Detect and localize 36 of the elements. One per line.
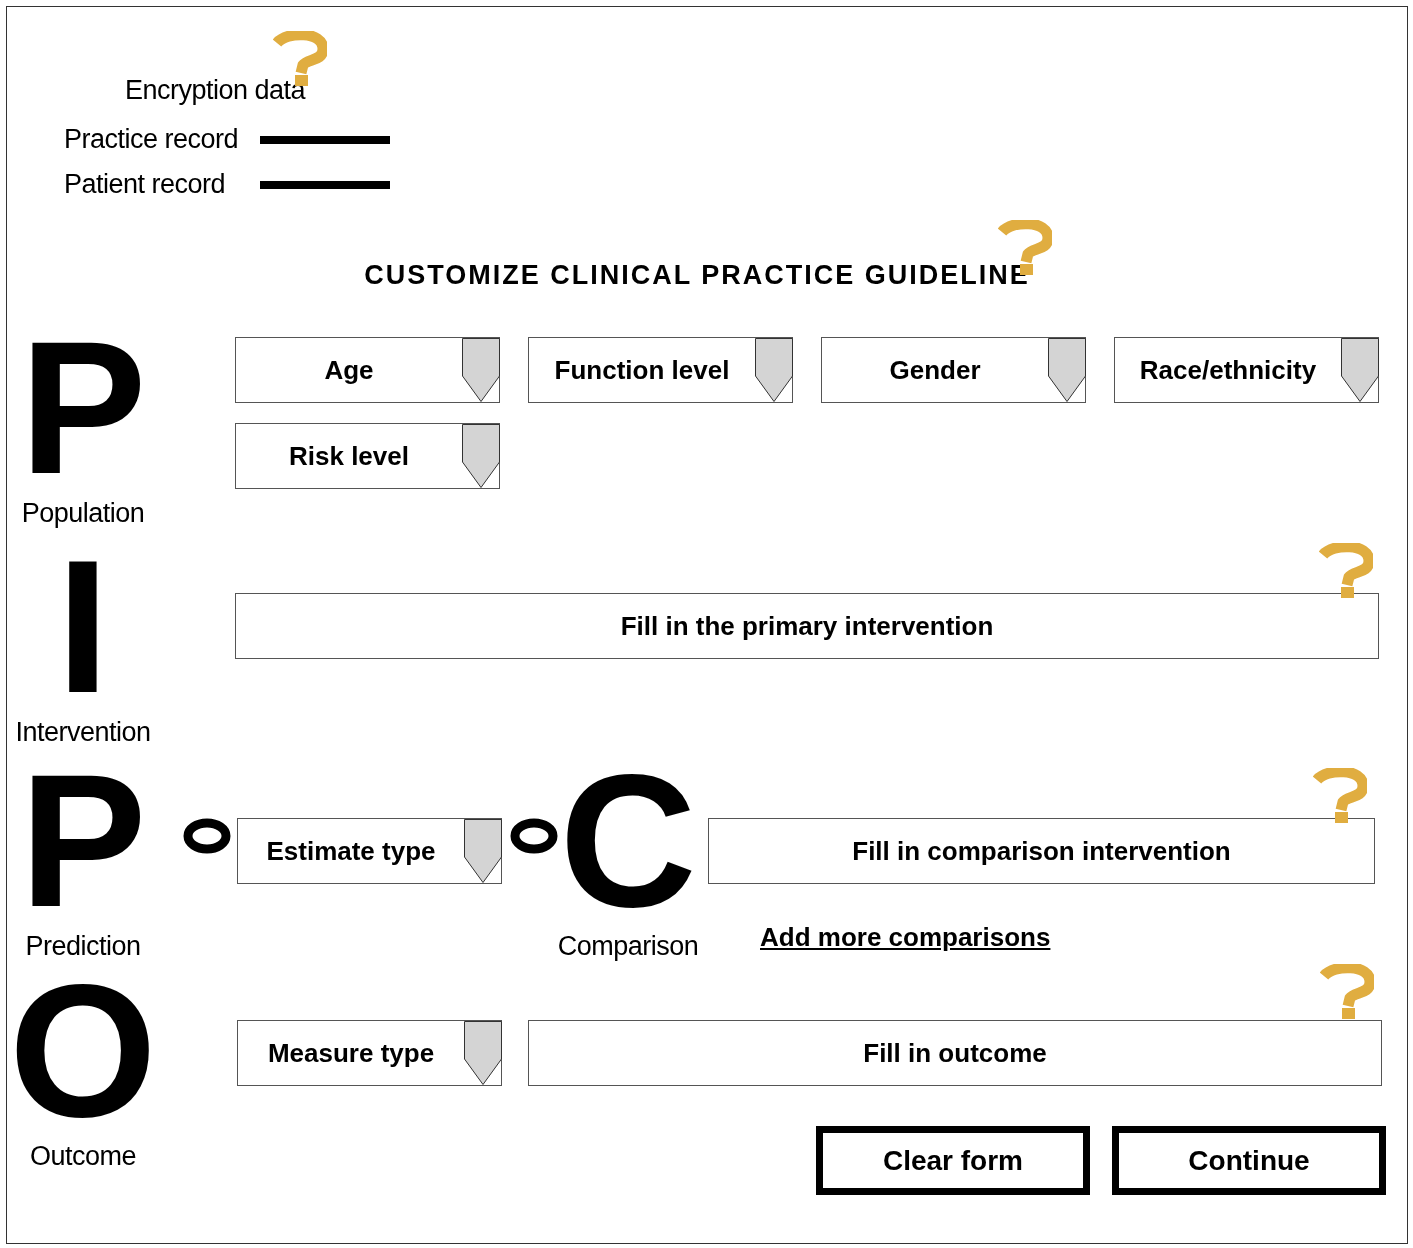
form-button[interactable]: Continue: [1112, 1126, 1386, 1195]
add-comparisons-link[interactable]: Add more comparisons: [760, 922, 1051, 953]
form-button[interactable]: Clear form: [816, 1126, 1090, 1195]
section-letter: P: [19, 768, 147, 913]
section-label: Comparison: [557, 931, 699, 962]
legend-label: Practice record: [64, 124, 240, 155]
dropdown[interactable]: Function level: [528, 337, 793, 403]
section-letter: C: [559, 768, 697, 913]
dropdown-arrow-icon: [462, 338, 500, 402]
section-label: Prediction: [25, 931, 141, 962]
dropdown-arrow-icon: [1341, 338, 1379, 402]
dropdown-arrow-icon: [464, 819, 502, 883]
section-label: Intervention: [15, 717, 151, 748]
dropdown[interactable]: Age: [235, 337, 500, 403]
dropdown-arrow-icon: [755, 338, 793, 402]
section-letter: P: [19, 335, 147, 480]
ring-icon: [183, 818, 231, 854]
legend-title: Encryption data: [125, 75, 306, 105]
section-letter: I: [56, 554, 110, 699]
page-title: CUSTOMIZE CLINICAL PRACTICE GUIDELINE: [364, 260, 1030, 291]
section-label: Population: [21, 498, 145, 529]
intervention-field[interactable]: Fill in the primary intervention: [235, 593, 1379, 659]
dropdown[interactable]: Measure type: [237, 1020, 502, 1086]
dropdown[interactable]: Risk level: [235, 423, 500, 489]
legend-label: Patient record: [64, 169, 227, 200]
dropdown-arrow-icon: [464, 1021, 502, 1085]
dropdown[interactable]: Gender: [821, 337, 1086, 403]
dropdown[interactable]: Race/ethnicity: [1114, 337, 1379, 403]
dropdown[interactable]: Estimate type: [237, 818, 502, 884]
dropdown-arrow-icon: [1048, 338, 1086, 402]
outcome-field[interactable]: Fill in outcome: [528, 1020, 1382, 1086]
section-label: Outcome: [29, 1141, 136, 1172]
ring-icon: [510, 818, 558, 854]
section-letter: O: [9, 978, 157, 1123]
comparison-field[interactable]: Fill in comparison intervention: [708, 818, 1375, 884]
dropdown-arrow-icon: [462, 424, 500, 488]
